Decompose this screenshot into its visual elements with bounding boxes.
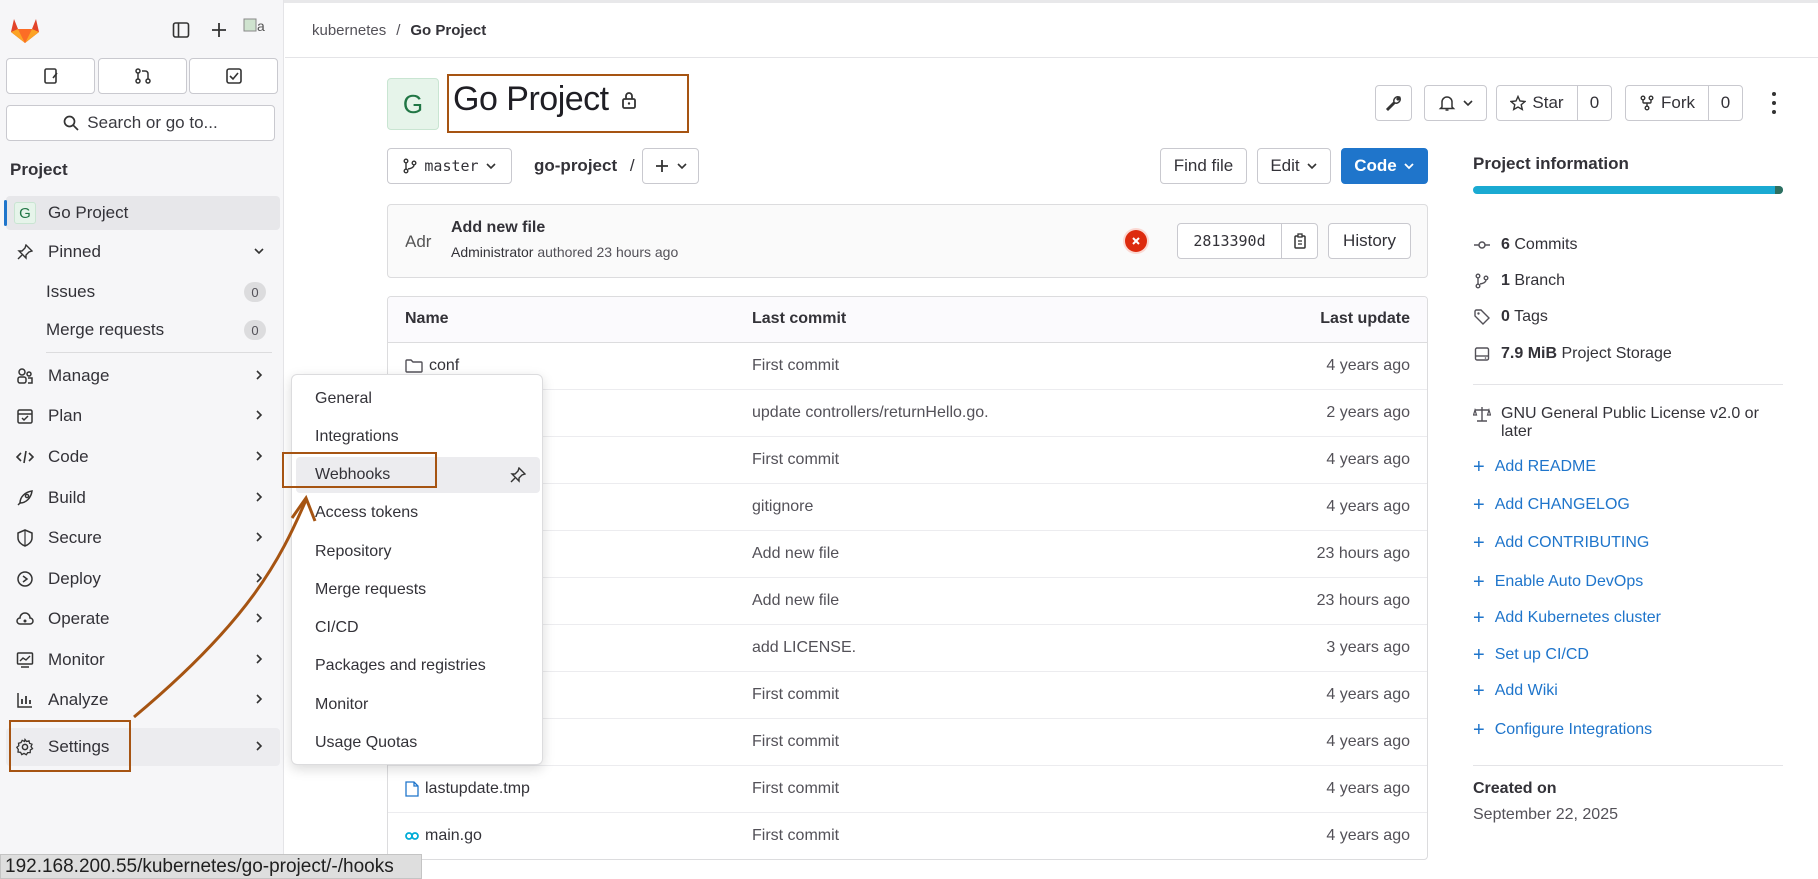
annotation-arrow bbox=[133, 494, 317, 719]
status-bar-url: 192.168.200.55/kubernetes/go-project/-/h… bbox=[0, 854, 422, 879]
